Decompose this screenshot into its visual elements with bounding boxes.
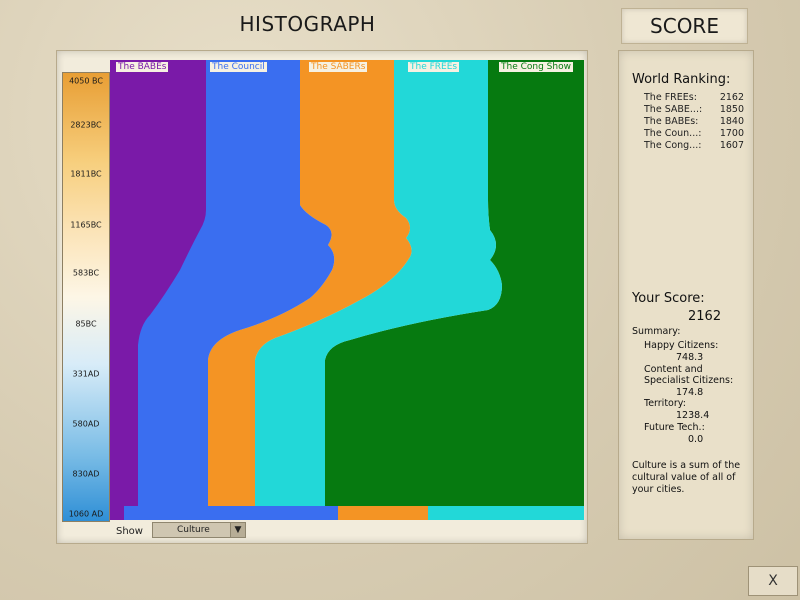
tick-label: 85BC [75, 319, 97, 329]
your-score-value: 2162 [688, 309, 722, 324]
ranking-row: The BABEs: 1840 [644, 116, 744, 127]
tick-label: 331AD [72, 369, 100, 379]
tick-label: 4050 BC [69, 76, 103, 86]
histograph-chart [110, 60, 584, 520]
content-citizens-value: 174.8 [676, 387, 704, 398]
tick-label: 2823BC [70, 120, 102, 130]
ranking-name: The BABEs: [644, 116, 699, 127]
show-dropdown-value: Culture [177, 525, 210, 535]
civ-label-babes: The BABEs [116, 62, 169, 72]
ranking-score: 1607 [719, 140, 744, 151]
ranking-row: The SABE...: 1850 [644, 104, 744, 115]
ranking-name: The Coun...: [644, 128, 702, 139]
civ-label-strip: The BABEs The Council The SABERs The FRE… [110, 60, 584, 74]
tick-label: 830AD [72, 469, 100, 479]
ranking-name: The FREEs: [644, 92, 697, 103]
civ-label-cong-show: The Cong Show [499, 62, 573, 72]
your-score-heading: Your Score: [632, 291, 705, 306]
close-icon: X [768, 573, 778, 589]
ranking-row: The FREEs: 2162 [644, 92, 744, 103]
show-label: Show [116, 525, 143, 537]
civ-label-frees: The FREEs [408, 62, 460, 72]
timescale-bar: 4050 BC 2823BC 1811BC 1165BC 583BC 85BC … [62, 72, 110, 522]
ranking-name: The Cong...: [644, 140, 702, 151]
future-tech-label: Future Tech.: [644, 422, 705, 433]
tick-label: 1165BC [70, 220, 102, 230]
world-ranking-heading: World Ranking: [632, 72, 731, 87]
civ-label-council: The Council [210, 62, 267, 72]
culture-note-line: Culture is a sum of the [632, 460, 741, 471]
tick-label: 1811BC [70, 169, 102, 179]
histograph-title: HISTOGRAPH [239, 12, 376, 36]
tick-label: 583BC [72, 268, 100, 278]
specialist-citizens-label: Specialist Citizens: [644, 375, 734, 386]
happy-citizens-label: Happy Citizens: [644, 340, 719, 351]
score-tab[interactable]: SCORE [621, 8, 748, 44]
ranking-score: 1840 [719, 116, 744, 127]
future-tech-value: 0.0 [688, 434, 704, 445]
culture-note-line: your cities. [632, 484, 685, 495]
ranking-row: The Coun...: 1700 [644, 128, 744, 139]
ranking-score: 1700 [719, 128, 744, 139]
territory-value: 1238.4 [676, 410, 710, 421]
tick-label: 580AD [72, 419, 100, 429]
summary-label: Summary: [632, 326, 681, 337]
show-dropdown[interactable]: Culture ▼ [152, 522, 246, 538]
ranking-score: 2162 [719, 92, 744, 103]
culture-note-line: cultural value of all of [632, 472, 736, 483]
ranking-score: 1850 [719, 104, 744, 115]
territory-label: Territory: [644, 398, 686, 409]
content-citizens-label: Content and [644, 364, 703, 375]
ranking-name: The SABE...: [644, 104, 703, 115]
ranking-row: The Cong...: 1607 [644, 140, 744, 151]
happy-citizens-value: 748.3 [676, 352, 704, 363]
close-button[interactable]: X [748, 566, 798, 596]
civ-label-sabers: The SABERs [309, 62, 368, 72]
tick-label: 1060 AD [68, 509, 104, 519]
chevron-down-icon[interactable]: ▼ [230, 523, 245, 537]
